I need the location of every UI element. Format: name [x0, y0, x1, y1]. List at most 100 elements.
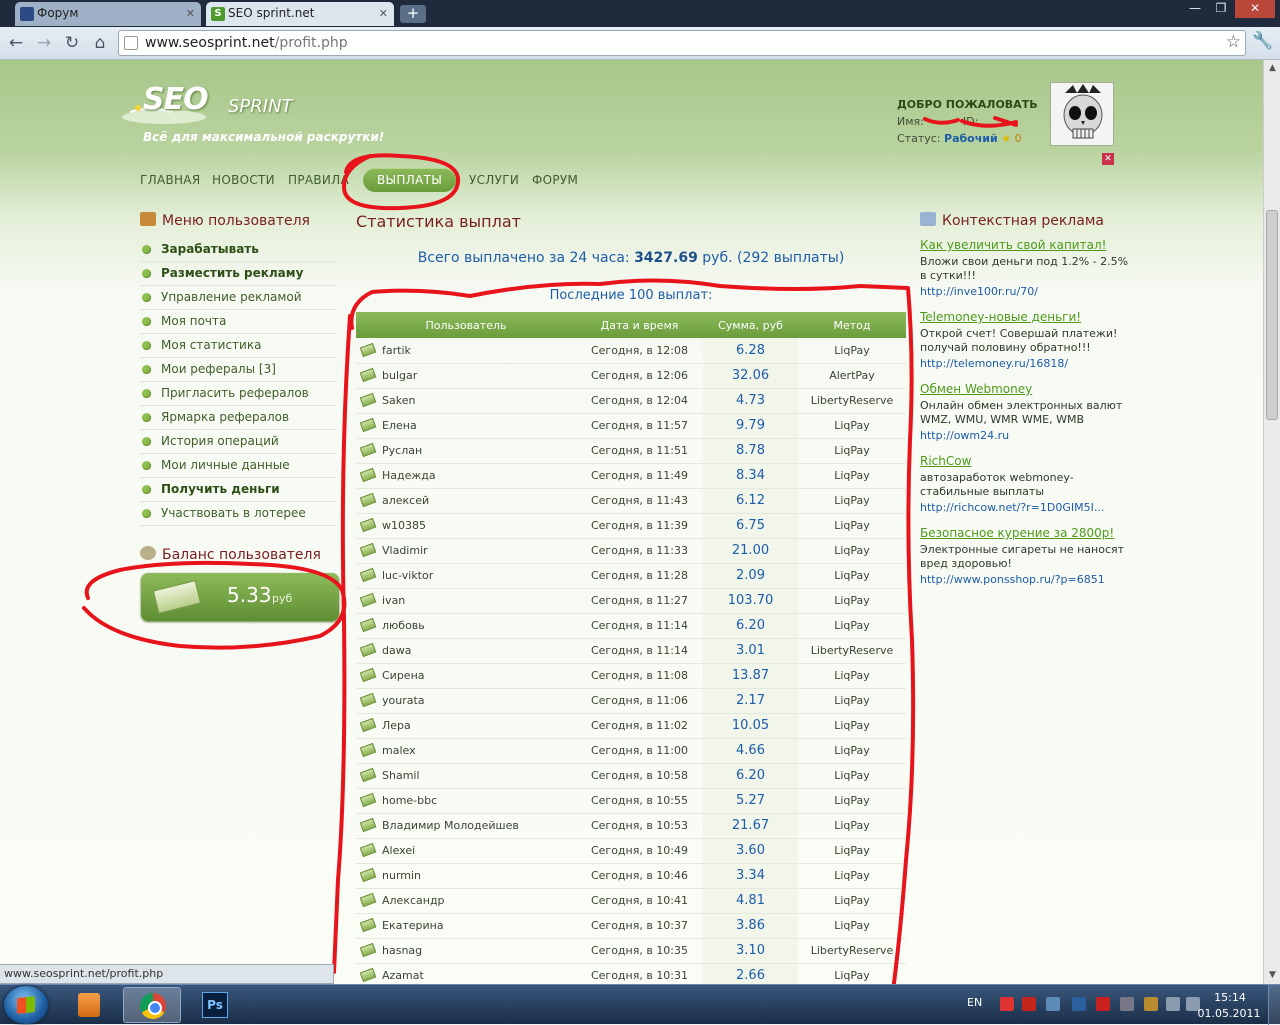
taskbar-photoshop[interactable]: Ps — [186, 987, 244, 1023]
payout-date: Сегодня, в 11:08 — [576, 663, 703, 689]
vertical-scrollbar[interactable]: ▲ ▼ — [1263, 60, 1280, 984]
back-icon[interactable]: ← — [5, 32, 27, 54]
table-row: home-bbc Сегодня, в 10:55 5.27 LiqPay — [356, 788, 906, 814]
col-user[interactable]: Пользователь — [356, 312, 576, 338]
close-window-button[interactable]: ✕ — [1235, 0, 1275, 18]
ad-url-link[interactable]: http://telemoney.ru/16818/ — [920, 357, 1130, 370]
menu-item-referrals[interactable]: Мои рефералы [3] — [140, 358, 336, 382]
tray-user-icon[interactable] — [1144, 997, 1158, 1011]
home-icon[interactable]: ⌂ — [89, 32, 111, 54]
tab-forum[interactable]: Форум ✕ — [15, 2, 201, 26]
payout-date: Сегодня, в 10:35 — [576, 938, 703, 964]
tab-close-icon[interactable]: ✕ — [379, 2, 388, 25]
menu-item-personal-data[interactable]: Мои личные данные — [140, 454, 336, 478]
payout-date: Сегодня, в 11:14 — [576, 613, 703, 639]
address-bar[interactable]: www.seosprint.net/profit.php ☆ — [118, 30, 1246, 56]
menu-item-mail[interactable]: Моя почта — [140, 310, 336, 334]
minimize-button[interactable]: — — [1183, 0, 1207, 18]
menu-item-withdraw[interactable]: Получить деньги — [140, 478, 336, 502]
clock-time[interactable]: 15:14 — [1208, 991, 1252, 1004]
logo-seo[interactable]: SEO — [143, 82, 209, 117]
browser-titlebar: Форум ✕ S SEO sprint.net ✕ + — ❐ ✕ — [0, 0, 1280, 27]
rating-star-icon: ★ — [1001, 132, 1012, 145]
taskbar-chrome[interactable] — [123, 987, 181, 1023]
ad-title-link[interactable]: Telemoney-новые деньги! — [920, 310, 1130, 324]
show-desktop-button[interactable] — [1268, 985, 1280, 1025]
payout-user: malex — [356, 738, 576, 764]
wrench-menu-icon[interactable]: 🔧 — [1252, 31, 1273, 51]
scroll-up-icon[interactable]: ▲ — [1264, 60, 1280, 77]
payout-date: Сегодня, в 10:58 — [576, 763, 703, 789]
menu-item-history[interactable]: История операций — [140, 430, 336, 454]
nav-payouts[interactable]: ВЫПЛАТЫ — [363, 168, 457, 192]
nav-rules[interactable]: ПРАВИЛА — [288, 168, 349, 192]
nav-news[interactable]: НОВОСТИ — [212, 168, 275, 192]
balance-button[interactable]: 5.33 руб — [141, 573, 339, 621]
col-date[interactable]: Дата и время — [576, 312, 703, 338]
bookmark-star-icon[interactable]: ☆ — [1226, 32, 1241, 52]
scroll-thumb[interactable] — [1266, 210, 1278, 420]
money-icon — [359, 392, 377, 408]
forward-icon[interactable]: → — [33, 32, 55, 54]
nav-forum[interactable]: ФОРУМ — [532, 168, 578, 192]
payout-date: Сегодня, в 11:00 — [576, 738, 703, 764]
ad-url-link[interactable]: http://richcow.net/?r=1D0GIM5I... — [920, 501, 1130, 514]
remove-avatar-icon[interactable]: ✕ — [1102, 153, 1114, 165]
user-status-value[interactable]: Рабочий — [944, 132, 998, 145]
col-sum[interactable]: Сумма, руб — [703, 312, 798, 338]
start-button[interactable] — [4, 986, 48, 1024]
tray-network-icon[interactable] — [1120, 997, 1134, 1011]
bullet-icon — [142, 389, 151, 398]
nav-services[interactable]: УСЛУГИ — [469, 168, 519, 192]
reload-icon[interactable]: ↻ — [61, 32, 83, 54]
tray-punto-icon[interactable] — [1072, 997, 1086, 1011]
menu-item-referral-fair[interactable]: Ярмарка рефералов — [140, 406, 336, 430]
ad-url-link[interactable]: http://www.ponsshop.ru/?p=6851 — [920, 573, 1130, 586]
ad-title-link[interactable]: RichCow — [920, 454, 1130, 468]
payout-sum: 4.81 — [703, 888, 798, 914]
menu-item-place-ad[interactable]: Разместить рекламу — [140, 262, 336, 286]
tab-seosprint[interactable]: S SEO sprint.net ✕ — [206, 2, 394, 26]
bullet-icon — [142, 365, 151, 374]
tab-label: SEO sprint.net — [228, 6, 315, 20]
nav-home[interactable]: ГЛАВНАЯ — [140, 168, 200, 192]
menu-item-stats[interactable]: Моя статистика — [140, 334, 336, 358]
scroll-down-icon[interactable]: ▼ — [1264, 967, 1280, 984]
menu-item-invite[interactable]: Пригласить рефералов — [140, 382, 336, 406]
menu-item-lottery[interactable]: Участвовать в лотерее — [140, 502, 336, 526]
ad-url-link[interactable]: http://inve100r.ru/70/ — [920, 285, 1130, 298]
tray-volume-icon[interactable] — [1166, 997, 1180, 1011]
tab-close-icon[interactable]: ✕ — [186, 2, 195, 25]
avatar[interactable] — [1050, 82, 1114, 146]
browser-toolbar: ← → ↻ ⌂ www.seosprint.net/profit.php ☆ 🔧 — [0, 27, 1280, 60]
ad-title-link[interactable]: Как увеличить свой капитал! — [920, 238, 1130, 252]
clock-date[interactable]: 01.05.2011 — [1196, 1007, 1262, 1020]
bullet-icon — [142, 341, 151, 350]
menu-item-earn[interactable]: Зарабатывать — [140, 238, 336, 262]
col-method[interactable]: Метод — [798, 312, 906, 338]
logo-sprint[interactable]: SPRINT — [228, 96, 293, 117]
payout-date: Сегодня, в 11:06 — [576, 688, 703, 714]
tray-app-icon[interactable] — [1046, 997, 1060, 1011]
language-indicator[interactable]: EN — [967, 996, 982, 1009]
money-icon — [359, 642, 377, 658]
ad-title-link[interactable]: Обмен Webmoney — [920, 382, 1130, 396]
bullet-icon — [142, 413, 151, 422]
money-icon — [359, 692, 377, 708]
new-tab-button[interactable]: + — [400, 5, 426, 23]
photoshop-icon: Ps — [202, 992, 228, 1018]
tray-antivirus-icon[interactable] — [1000, 997, 1014, 1011]
money-icon — [359, 342, 377, 357]
payout-date: Сегодня, в 10:46 — [576, 863, 703, 889]
taskbar-media-player[interactable] — [60, 987, 118, 1023]
ad-url-link[interactable]: http://owm24.ru — [920, 429, 1130, 442]
seosprint-favicon-icon: S — [211, 7, 225, 21]
tray-adobe-icon[interactable] — [1022, 997, 1036, 1011]
maximize-button[interactable]: ❐ — [1209, 0, 1233, 18]
tray-shield-icon[interactable] — [1096, 997, 1110, 1011]
menu-item-manage-ads[interactable]: Управление рекламой — [140, 286, 336, 310]
ad-title-link[interactable]: Безопасное курение за 2800р! — [920, 526, 1130, 540]
payout-user: любовь — [356, 613, 576, 639]
bullet-icon — [142, 317, 151, 326]
url-text[interactable]: www.seosprint.net/profit.php — [145, 35, 348, 51]
